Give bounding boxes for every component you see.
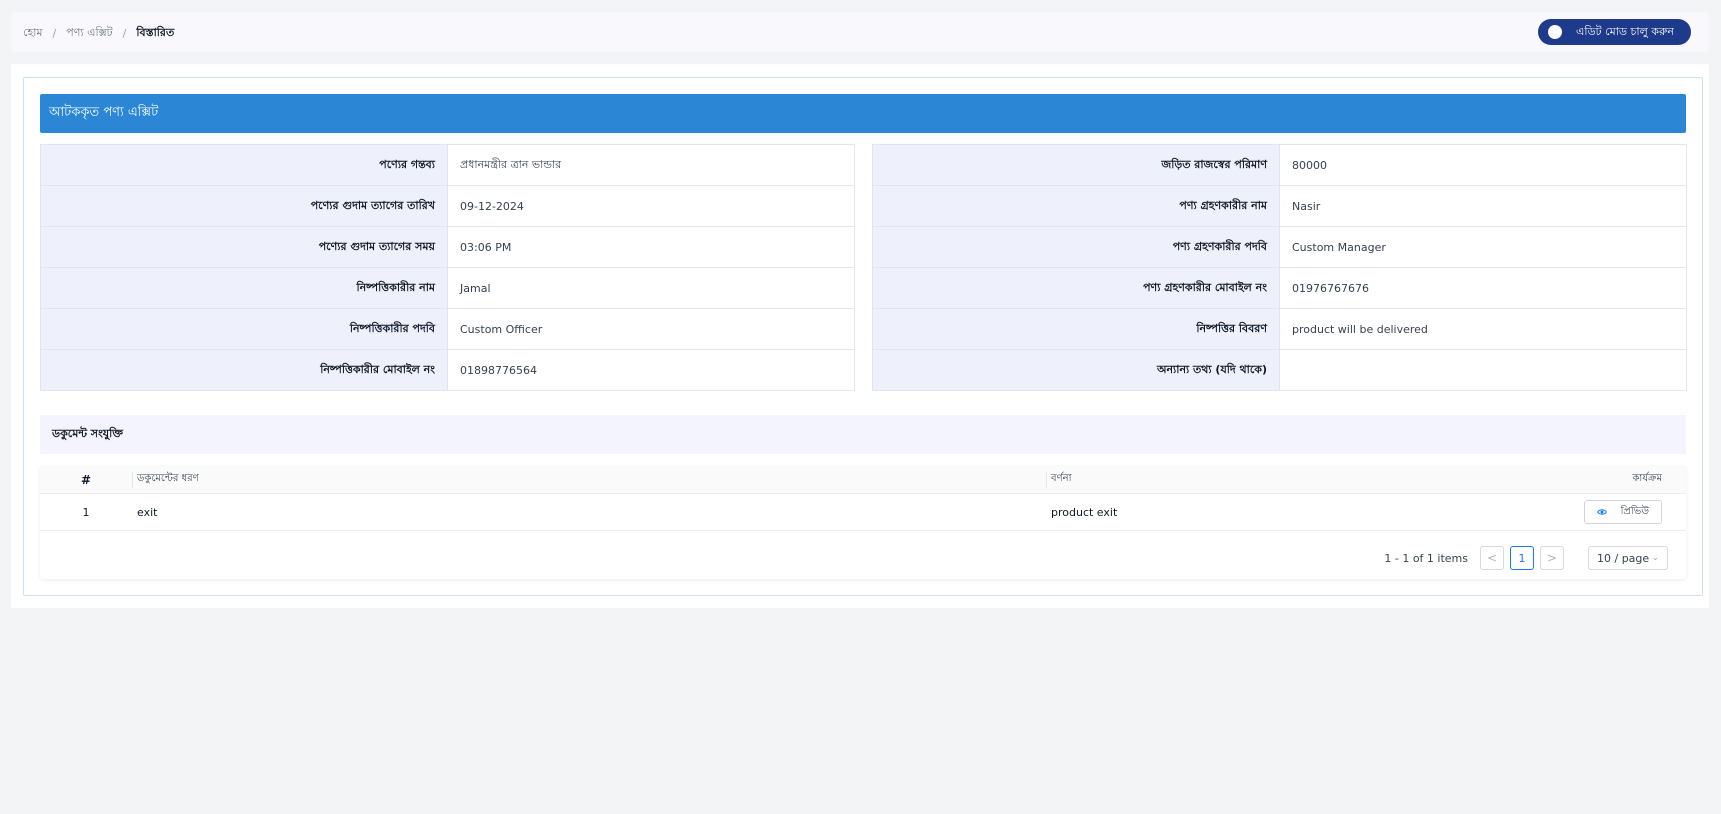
toggle-knob-icon: [1548, 25, 1563, 39]
info-row: পণ্য গ্রহণকারীর নাম Nasir: [872, 185, 1687, 227]
info-row: পণ্যের গুদাম ত্যাগের তারিখ 09-12-2024: [40, 185, 855, 227]
info-value: product will be delivered: [1279, 308, 1687, 350]
info-label: নিষ্পত্তিকারীর মোবাইল নং: [40, 349, 448, 391]
info-value: 80000: [1279, 144, 1687, 186]
breadcrumb-separator: /: [122, 27, 127, 40]
info-row: পণ্য গ্রহণকারীর পদবি Custom Manager: [872, 226, 1687, 268]
eye-icon: [1596, 509, 1607, 515]
row-number: 1: [82, 505, 90, 519]
info-label: পণ্য গ্রহণকারীর মোবাইল নং: [872, 267, 1280, 309]
pagination-next-button[interactable]: >: [1540, 546, 1564, 570]
row-description: product exit: [1051, 505, 1118, 519]
info-value: প্রধানমন্ত্রীর ত্রান ভান্ডার: [447, 144, 855, 186]
breadcrumb-section[interactable]: পণ্য এক্সিট: [66, 24, 112, 43]
breadcrumb-current: বিস্তারিত: [136, 26, 175, 39]
info-row: নিষ্পত্তিকারীর নাম Jamal: [40, 267, 855, 309]
info-label: পণ্য গ্রহণকারীর নাম: [872, 185, 1280, 227]
info-value: 01976767676: [1279, 267, 1687, 309]
column-divider: [132, 472, 133, 488]
info-value: Custom Officer: [447, 308, 855, 350]
documents-title: ডকুমেন্ট সংযুক্তি: [40, 415, 1686, 454]
breadcrumb-separator: /: [52, 27, 57, 40]
page-size-value: 10 / page: [1597, 551, 1650, 565]
info-value: Custom Manager: [1279, 226, 1687, 268]
info-label: পণ্যের গন্তব্য: [40, 144, 448, 186]
edit-mode-label: এডিট মোড চালু করুন: [1576, 24, 1674, 38]
info-label: জড়িত রাজস্বের পরিমাণ: [872, 144, 1280, 186]
top-bar: হোম / পণ্য এক্সিট / বিস্তারিত এডিট মোড চ…: [11, 12, 1709, 52]
info-row: পণ্য গ্রহণকারীর মোবাইল নং 01976767676: [872, 267, 1687, 309]
preview-label: প্রিভিউ: [1620, 505, 1649, 517]
pagination-prev-button[interactable]: <: [1480, 546, 1504, 570]
column-header-type: ডকুমেন্টের ধরণ: [137, 473, 199, 484]
pagination: 1 - 1 of 1 items < 1 > 10 / page ⌄: [1384, 546, 1668, 570]
info-value: Jamal: [447, 267, 855, 309]
info-label: পণ্যের গুদাম ত্যাগের তারিখ: [40, 185, 448, 227]
column-header-action: কার্যক্রম: [1632, 473, 1662, 484]
column-header-description: বর্ণনা: [1051, 473, 1072, 484]
page-size-select[interactable]: 10 / page ⌄: [1588, 546, 1668, 570]
table-header-row: # ডকুমেন্টের ধরণ বর্ণনা কার্যক্রম: [40, 466, 1686, 494]
info-row: নিষ্পত্তিকারীর পদবি Custom Officer: [40, 308, 855, 350]
preview-button[interactable]: প্রিভিউ: [1583, 500, 1662, 524]
info-label: পণ্যের গুদাম ত্যাগের সময়: [40, 226, 448, 268]
pagination-page-1[interactable]: 1: [1510, 546, 1534, 570]
left-info-table: পণ্যের গন্তব্য প্রধানমন্ত্রীর ত্রান ভান্ড…: [40, 144, 855, 391]
section-title: আটককৃত পণ্য এক্সিট: [40, 94, 1686, 133]
info-label: পণ্য গ্রহণকারীর পদবি: [872, 226, 1280, 268]
content-inner: আটককৃত পণ্য এক্সিট পণ্যের গন্তব্য প্রধানম…: [23, 77, 1703, 596]
info-row: অন্যান্য তথ্য (যদি থাকে): [872, 349, 1687, 391]
table-row: 1 exit product exit প্রিভিউ: [40, 494, 1686, 531]
column-divider: [1046, 472, 1047, 488]
info-row: নিষ্পত্তিকারীর মোবাইল নং 01898776564: [40, 349, 855, 391]
info-value: 03:06 PM: [447, 226, 855, 268]
info-label: নিষ্পত্তিকারীর পদবি: [40, 308, 448, 350]
right-info-table: জড়িত রাজস্বের পরিমাণ 80000 পণ্য গ্রহণকার…: [872, 144, 1687, 391]
documents-table: # ডকুমেন্টের ধরণ বর্ণনা কার্যক্রম 1 exit…: [40, 466, 1686, 579]
info-value: [1279, 349, 1687, 391]
info-row: নিষ্পত্তির বিবরণ product will be delivere…: [872, 308, 1687, 350]
info-label: অন্যান্য তথ্য (যদি থাকে): [872, 349, 1280, 391]
info-row: জড়িত রাজস্বের পরিমাণ 80000: [872, 144, 1687, 186]
breadcrumb: হোম / পণ্য এক্সিট / বিস্তারিত: [23, 24, 174, 43]
info-label: নিষ্পত্তির বিবরণ: [872, 308, 1280, 350]
breadcrumb-home[interactable]: হোম: [23, 24, 43, 43]
info-value: 09-12-2024: [447, 185, 855, 227]
edit-mode-toggle[interactable]: এডিট মোড চালু করুন: [1538, 19, 1691, 45]
chevron-down-icon: ⌄: [1651, 553, 1659, 563]
info-row: পণ্যের গন্তব্য প্রধানমন্ত্রীর ত্রান ভান্ড…: [40, 144, 855, 186]
info-value: Nasir: [1279, 185, 1687, 227]
row-document-type: exit: [137, 505, 158, 519]
info-value: 01898776564: [447, 349, 855, 391]
content-card: আটককৃত পণ্য এক্সিট পণ্যের গন্তব্য প্রধানম…: [11, 64, 1709, 608]
row-action: প্রিভিউ: [1583, 494, 1662, 530]
info-label: নিষ্পত্তিকারীর নাম: [40, 267, 448, 309]
pagination-total: 1 - 1 of 1 items: [1384, 551, 1468, 565]
column-header-number: #: [80, 472, 92, 487]
info-row: পণ্যের গুদাম ত্যাগের সময় 03:06 PM: [40, 226, 855, 268]
